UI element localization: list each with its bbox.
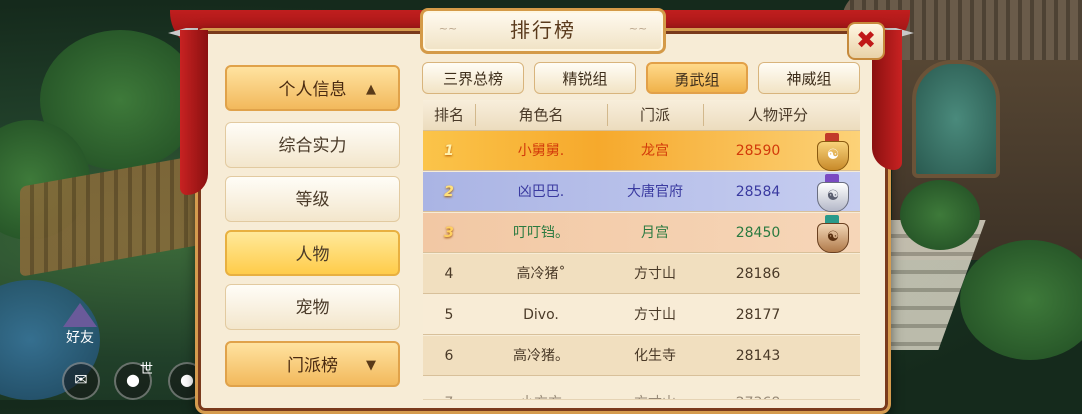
- player-sect: 方寸山: [607, 383, 703, 399]
- chevron-up-icon: ▲: [366, 82, 376, 97]
- table-row[interactable]: 2 凶巴巴. 大唐官府 28584 ☯: [423, 172, 860, 212]
- column-header-name: 角色名: [518, 106, 564, 124]
- table-header: 排名 角色名 门派 人物评分: [423, 100, 860, 131]
- menu-item-label: 人物: [295, 245, 330, 265]
- tab-all-realms[interactable]: 三界总榜: [422, 62, 524, 94]
- tab-divine-group[interactable]: 神威组: [758, 62, 860, 94]
- gold-medal-icon: ☯: [815, 133, 849, 171]
- player-score: 28186: [735, 266, 781, 282]
- rank-number: 2: [444, 184, 454, 200]
- player-name: 高冷猪˚: [516, 266, 566, 282]
- tab-brave-group[interactable]: 勇武组: [646, 62, 748, 94]
- tab-elite-group[interactable]: 精锐组: [534, 62, 636, 94]
- tab-label: 勇武组: [674, 71, 720, 89]
- world-channel-label: 世: [140, 362, 154, 377]
- rank-number: 6: [444, 348, 454, 364]
- column-header-rank: 排名: [433, 106, 464, 124]
- player-name: 叮叮铛。: [513, 225, 569, 241]
- bush: [960, 240, 1082, 360]
- close-button[interactable]: ✖: [847, 22, 885, 60]
- panel-title-plate: ~~ 排行榜 ~~: [420, 8, 666, 54]
- tab-label: 神威组: [786, 70, 832, 88]
- player-sect: 月宫: [641, 225, 669, 241]
- rank-number: 5: [444, 307, 454, 323]
- cloud-decoration-icon: ~~: [438, 22, 458, 35]
- table-row[interactable]: 6 高冷猪。 化生寺 28143: [423, 336, 860, 376]
- player-name: 小舅舅.: [517, 143, 565, 159]
- panel-title: 排行榜: [510, 18, 576, 42]
- rank-number: 4: [444, 266, 454, 282]
- table-row[interactable]: 4 高冷猪˚ 方寸山 28186: [423, 254, 860, 294]
- player-name: 小方方: [475, 383, 607, 399]
- friends-button[interactable]: 好友: [58, 303, 102, 347]
- rank-number: 3: [444, 225, 454, 241]
- menu-header-personal-info[interactable]: 个人信息 ▲: [225, 65, 400, 111]
- friend-hat-icon: [63, 303, 97, 327]
- round-door: [912, 60, 1000, 178]
- bush: [900, 180, 980, 250]
- player-score: 28177: [735, 307, 781, 323]
- menu-item-label: 综合实力: [278, 136, 347, 156]
- player-sect: 龙宫: [641, 143, 669, 159]
- player-sect: 方寸山: [634, 266, 676, 282]
- player-sect: 化生寺: [634, 348, 676, 364]
- bronze-medal-icon: ☯: [815, 215, 849, 253]
- menu-header-label: 个人信息: [278, 80, 347, 100]
- player-sect: 方寸山: [634, 307, 676, 323]
- menu-header-label: 门派榜: [287, 356, 338, 376]
- tab-label: 三界总榜: [442, 70, 503, 88]
- close-icon: ✖: [855, 26, 877, 54]
- silver-medal-icon: ☯: [815, 174, 849, 212]
- menu-item-label: 宠物: [295, 298, 330, 318]
- player-score: 28584: [735, 184, 781, 200]
- menu-item-overall-strength[interactable]: 综合实力: [225, 122, 400, 168]
- column-header-sect: 门派: [639, 106, 670, 124]
- player-sect: 大唐官府: [627, 184, 683, 200]
- menu-header-sect-ranking[interactable]: 门派榜 ▼: [225, 341, 400, 387]
- menu-item-pet[interactable]: 宠物: [225, 284, 400, 330]
- player-name: 凶巴巴.: [517, 184, 565, 200]
- table-row[interactable]: 7 小方方 方寸山 27368: [423, 377, 860, 400]
- player-score: 28590: [735, 143, 781, 159]
- chevron-down-icon: ▼: [366, 358, 376, 373]
- table-row[interactable]: 5 Divo. 方寸山 28177: [423, 295, 860, 335]
- menu-item-label: 等级: [295, 190, 330, 210]
- rank-number: 7: [423, 383, 475, 399]
- menu-item-character[interactable]: 人物: [225, 230, 400, 276]
- table-row[interactable]: 1 小舅舅. 龙宫 28590 ☯: [423, 131, 860, 171]
- player-score: 27368: [703, 383, 813, 399]
- player-name: 高冷猪。: [513, 348, 569, 364]
- red-curtain-left: [180, 30, 208, 195]
- player-score: 28143: [735, 348, 781, 364]
- cloud-decoration-icon: ~~: [628, 22, 648, 35]
- friends-label: 好友: [66, 330, 94, 346]
- column-header-score: 人物评分: [747, 106, 808, 124]
- chat-bubble-icon[interactable]: ✉: [62, 362, 100, 400]
- player-score: 28450: [735, 225, 781, 241]
- tab-label: 精锐组: [562, 70, 608, 88]
- table-row[interactable]: 3 叮叮铛。 月宫 28450 ☯: [423, 213, 860, 253]
- player-name: Divo.: [523, 307, 559, 323]
- rank-number: 1: [444, 143, 454, 159]
- menu-item-level[interactable]: 等级: [225, 176, 400, 222]
